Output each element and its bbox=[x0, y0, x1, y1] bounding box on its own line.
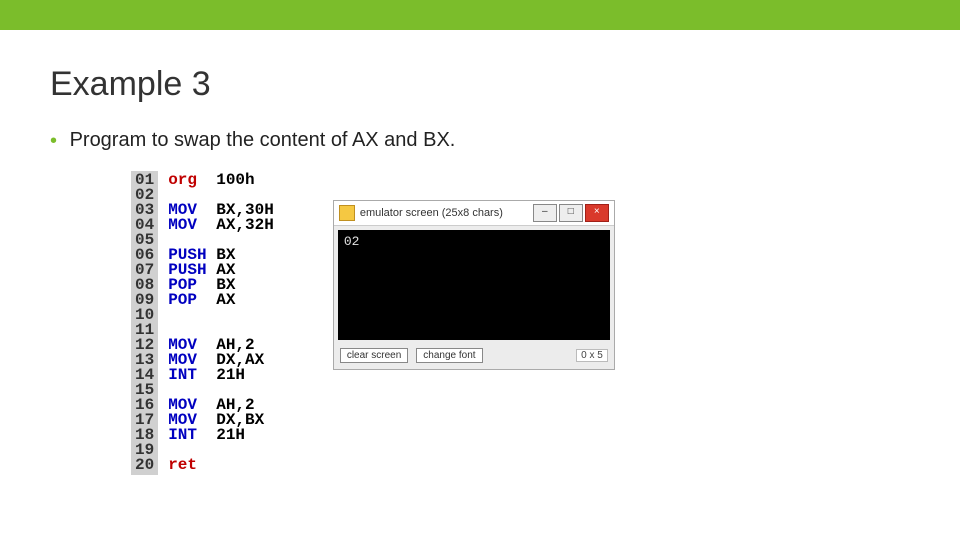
code-line: org 100h bbox=[168, 173, 274, 188]
bullet-line: • Program to swap the content of AX and … bbox=[50, 129, 910, 152]
emulator-titlebar: emulator screen (25x8 chars) – □ × bbox=[334, 201, 614, 226]
cursor-coords: 0 x 5 bbox=[576, 349, 608, 362]
operands: AX,32H bbox=[216, 216, 274, 234]
bullet-text: Program to swap the content of AX and BX… bbox=[70, 129, 456, 151]
operands: 21H bbox=[216, 426, 245, 444]
emulator-title: emulator screen (25x8 chars) bbox=[360, 207, 503, 219]
code-line: MOV AX,32H bbox=[168, 218, 274, 233]
slide-title: Example 3 bbox=[50, 65, 910, 104]
line-number: 20 bbox=[135, 458, 154, 473]
emulator-footer: clear screen change font 0 x 5 bbox=[334, 344, 614, 369]
code-line bbox=[168, 308, 274, 323]
code-line: POP AX bbox=[168, 293, 274, 308]
line-number-gutter: 0102030405060708091011121314151617181920 bbox=[131, 171, 158, 475]
emulator-window: emulator screen (25x8 chars) – □ × 02 cl… bbox=[333, 200, 615, 370]
bullet-icon: • bbox=[50, 131, 64, 151]
emulator-app-icon bbox=[339, 205, 355, 221]
code-line: INT 21H bbox=[168, 368, 274, 383]
code-line: INT 21H bbox=[168, 428, 274, 443]
minimize-button[interactable]: – bbox=[533, 204, 557, 222]
keyword: ret bbox=[168, 456, 216, 474]
emulator-screen: 02 bbox=[338, 230, 610, 340]
change-font-button[interactable]: change font bbox=[416, 348, 482, 363]
clear-screen-button[interactable]: clear screen bbox=[340, 348, 408, 363]
operands: 21H bbox=[216, 366, 245, 384]
code-editor: 0102030405060708091011121314151617181920… bbox=[130, 170, 283, 476]
operands: AX bbox=[216, 291, 235, 309]
accent-bar bbox=[0, 0, 960, 30]
code-line: ret bbox=[168, 458, 274, 473]
emulator-output: 02 bbox=[344, 234, 360, 249]
code-body: org 100h MOV BX,30HMOV AX,32H PUSH BXPUS… bbox=[158, 171, 282, 475]
close-button[interactable]: × bbox=[585, 204, 609, 222]
operands: 100h bbox=[216, 171, 254, 189]
maximize-button[interactable]: □ bbox=[559, 204, 583, 222]
